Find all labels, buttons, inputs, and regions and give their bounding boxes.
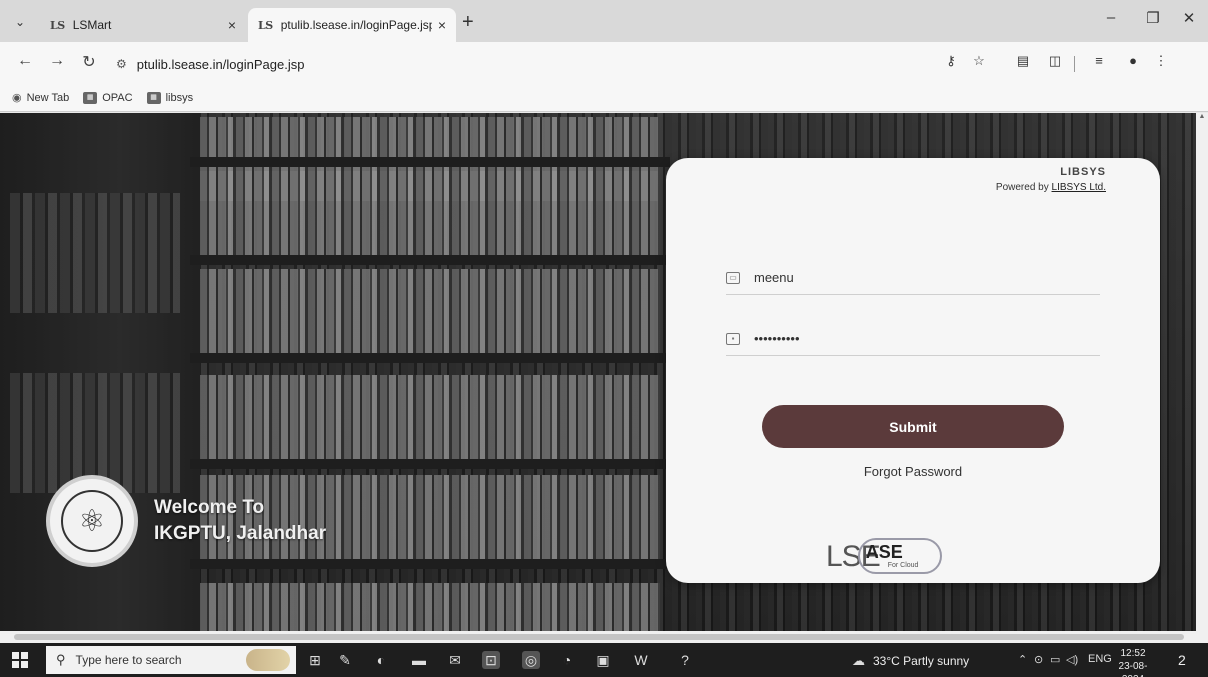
tab-search-chevron-icon[interactable]: ⌄ <box>10 12 30 32</box>
lsease-logo-subtitle: For Cloud <box>887 562 919 569</box>
back-arrow-icon[interactable]: ← <box>14 52 36 70</box>
horizontal-scrollbar[interactable] <box>0 631 1208 643</box>
bookmark-label: libsys <box>165 91 194 104</box>
password-field: ▪ <box>726 322 1100 356</box>
user-id-card-icon: ▭ <box>726 271 740 284</box>
search-highlight-image <box>246 649 290 671</box>
login-page: ⚛ Welcome To IKGPTU, Jalandhar LIBSYS Po… <box>0 113 1196 631</box>
search-icon: ⚲ <box>56 652 66 667</box>
bookmarks-bar: ◉ New Tab ▦ OPAC ▦ libsys <box>0 84 1208 112</box>
horizontal-scroll-thumb[interactable] <box>14 634 1184 640</box>
weather-text: 33°C Partly sunny <box>873 654 970 668</box>
site-settings-icon[interactable]: ⚙ <box>116 57 127 71</box>
login-card: LIBSYS Powered by LIBSYS Ltd. ▭ ▪ Submit… <box>666 158 1160 583</box>
toolbar-divider <box>1074 56 1075 72</box>
bookmark-label: New Tab <box>26 91 70 104</box>
tab-title: LSMart <box>72 18 112 32</box>
bookmark-app-icon: ▦ <box>146 91 161 104</box>
username-field: ▭ <box>726 261 1100 295</box>
bookmark-star-icon[interactable]: ☆ <box>968 53 990 69</box>
task-view-icon[interactable]: ⊞ <box>306 651 324 669</box>
lsease-logo-ase: ASE <box>865 542 903 562</box>
notification-count: 2 <box>1178 652 1186 668</box>
browser-window: ⌄ LS LSMart × LS ptulib.lsease.in/loginP… <box>0 0 1208 677</box>
display-icon[interactable]: ▭ <box>1050 653 1060 666</box>
lock-icon: ▪ <box>726 332 740 345</box>
profile-icon[interactable]: ● <box>1122 53 1144 68</box>
bookmark-libsys[interactable]: ▦ libsys <box>146 91 194 104</box>
welcome-line-1: Welcome To <box>154 497 265 518</box>
tab-bar: ⌄ LS LSMart × LS ptulib.lsease.in/loginP… <box>0 0 1208 42</box>
file-explorer-icon[interactable]: ▬ <box>410 651 428 669</box>
more-menu-icon[interactable]: ⋮ <box>1150 53 1172 69</box>
close-window-icon[interactable]: ✕ <box>1176 9 1202 27</box>
libsys-logo: LIBSYS <box>1060 166 1106 178</box>
username-input[interactable] <box>754 270 1054 285</box>
url-text: ptulib.lsease.in/loginPage.jsp <box>136 56 305 72</box>
welcome-heading: Welcome To IKGPTU, Jalandhar <box>154 495 326 547</box>
welcome-block: ⚛ Welcome To IKGPTU, Jalandhar <box>46 475 326 567</box>
cloud-icon: ASE For Cloud <box>857 538 942 574</box>
bookmark-new-tab[interactable]: ◉ New Tab <box>12 91 70 105</box>
submit-button[interactable]: Submit <box>762 405 1064 448</box>
firefox-icon[interactable]: ◔ <box>558 651 576 669</box>
notification-center-icon[interactable]: 2 <box>1178 652 1186 668</box>
windows-start-icon[interactable] <box>12 652 28 668</box>
globe-icon: ◉ <box>12 92 22 104</box>
store-icon[interactable]: ⊡ <box>482 651 500 669</box>
vertical-scrollbar[interactable]: ▲ <box>1196 113 1208 631</box>
powered-by-label: Powered by <box>995 182 1049 193</box>
university-seal-logo: ⚛ <box>46 475 138 567</box>
new-tab-plus-icon[interactable]: + <box>462 12 474 32</box>
minimize-icon[interactable]: – <box>1098 9 1124 26</box>
ls-favicon-icon: LS <box>258 18 273 32</box>
app-icon[interactable]: ▣ <box>594 651 612 669</box>
taskbar-search-box[interactable]: ⚲ Type here to search <box>46 646 296 674</box>
close-tab-icon[interactable]: × <box>438 17 446 33</box>
forgot-password-link[interactable]: Forgot Password <box>666 464 1160 479</box>
windows-taskbar: ⚲ Type here to search ⊞ ✎ ◐ ▬ ✉ ⊡ ◎ ◔ ▣ … <box>0 643 1208 677</box>
ls-favicon-icon: LS <box>50 18 65 32</box>
show-hidden-icons-icon[interactable]: ⌃ <box>1018 653 1027 666</box>
weather-widget[interactable]: ☁ 33°C Partly sunny <box>852 653 969 669</box>
extensions-puzzle-icon[interactable]: ◫ <box>1044 53 1066 69</box>
word-icon[interactable]: W <box>632 651 650 669</box>
bookmark-label: OPAC <box>102 91 133 104</box>
scroll-up-icon[interactable]: ▲ <box>1196 113 1208 120</box>
lsease-logo-ls: LS <box>826 540 862 573</box>
libsys-link[interactable]: LIBSYS Ltd. <box>1052 182 1106 193</box>
powered-by-text: Powered by LIBSYS Ltd. <box>996 182 1106 193</box>
bookmark-opac[interactable]: ▦ OPAC <box>83 91 133 104</box>
search-placeholder: Type here to search <box>75 653 182 667</box>
lsease-logo: LS E ASE For Cloud <box>826 538 942 574</box>
volume-icon[interactable]: ◁) <box>1066 653 1078 666</box>
restore-icon[interactable]: ❐ <box>1140 9 1166 27</box>
app-icon[interactable]: ✎ <box>336 651 354 669</box>
edge-browser-icon[interactable]: ◐ <box>372 651 390 669</box>
network-icon[interactable]: ⊙ <box>1034 653 1043 666</box>
atom-emblem-icon: ⚛ <box>61 490 123 552</box>
clock-time: 12:52 <box>1120 648 1146 659</box>
close-tab-icon[interactable]: × <box>228 17 236 33</box>
clock-date: 23-08-2024 <box>1118 661 1148 677</box>
mail-icon[interactable]: ✉ <box>446 651 464 669</box>
welcome-line-2: IKGPTU, Jalandhar <box>154 523 327 544</box>
reload-icon[interactable]: ↻ <box>78 52 100 72</box>
tab-login-page[interactable]: LS ptulib.lsease.in/loginPage.jsp × <box>248 8 456 42</box>
tab-lsmart[interactable]: LS LSMart × <box>40 8 246 42</box>
reading-list-icon[interactable]: ≡ <box>1088 53 1110 68</box>
password-input[interactable] <box>754 331 1054 346</box>
bookmark-app-icon: ▦ <box>83 91 98 104</box>
taskbar-clock[interactable]: 12:52 23-08-2024 <box>1108 647 1158 677</box>
address-toolbar: ← → ↻ ⚙ ptulib.lsease.in/loginPage.jsp ⚷… <box>0 42 1208 84</box>
help-icon[interactable]: ? <box>676 651 694 669</box>
extension-icon[interactable]: ▤ <box>1012 53 1034 69</box>
weather-cloud-icon: ☁ <box>852 653 865 668</box>
address-bar[interactable]: ⚙ ptulib.lsease.in/loginPage.jsp <box>108 50 998 78</box>
password-key-icon[interactable]: ⚷ <box>940 53 962 69</box>
chrome-browser-icon[interactable]: ◎ <box>522 651 540 669</box>
tab-title: ptulib.lsease.in/loginPage.jsp <box>280 18 432 32</box>
forward-arrow-icon[interactable]: → <box>46 52 68 70</box>
